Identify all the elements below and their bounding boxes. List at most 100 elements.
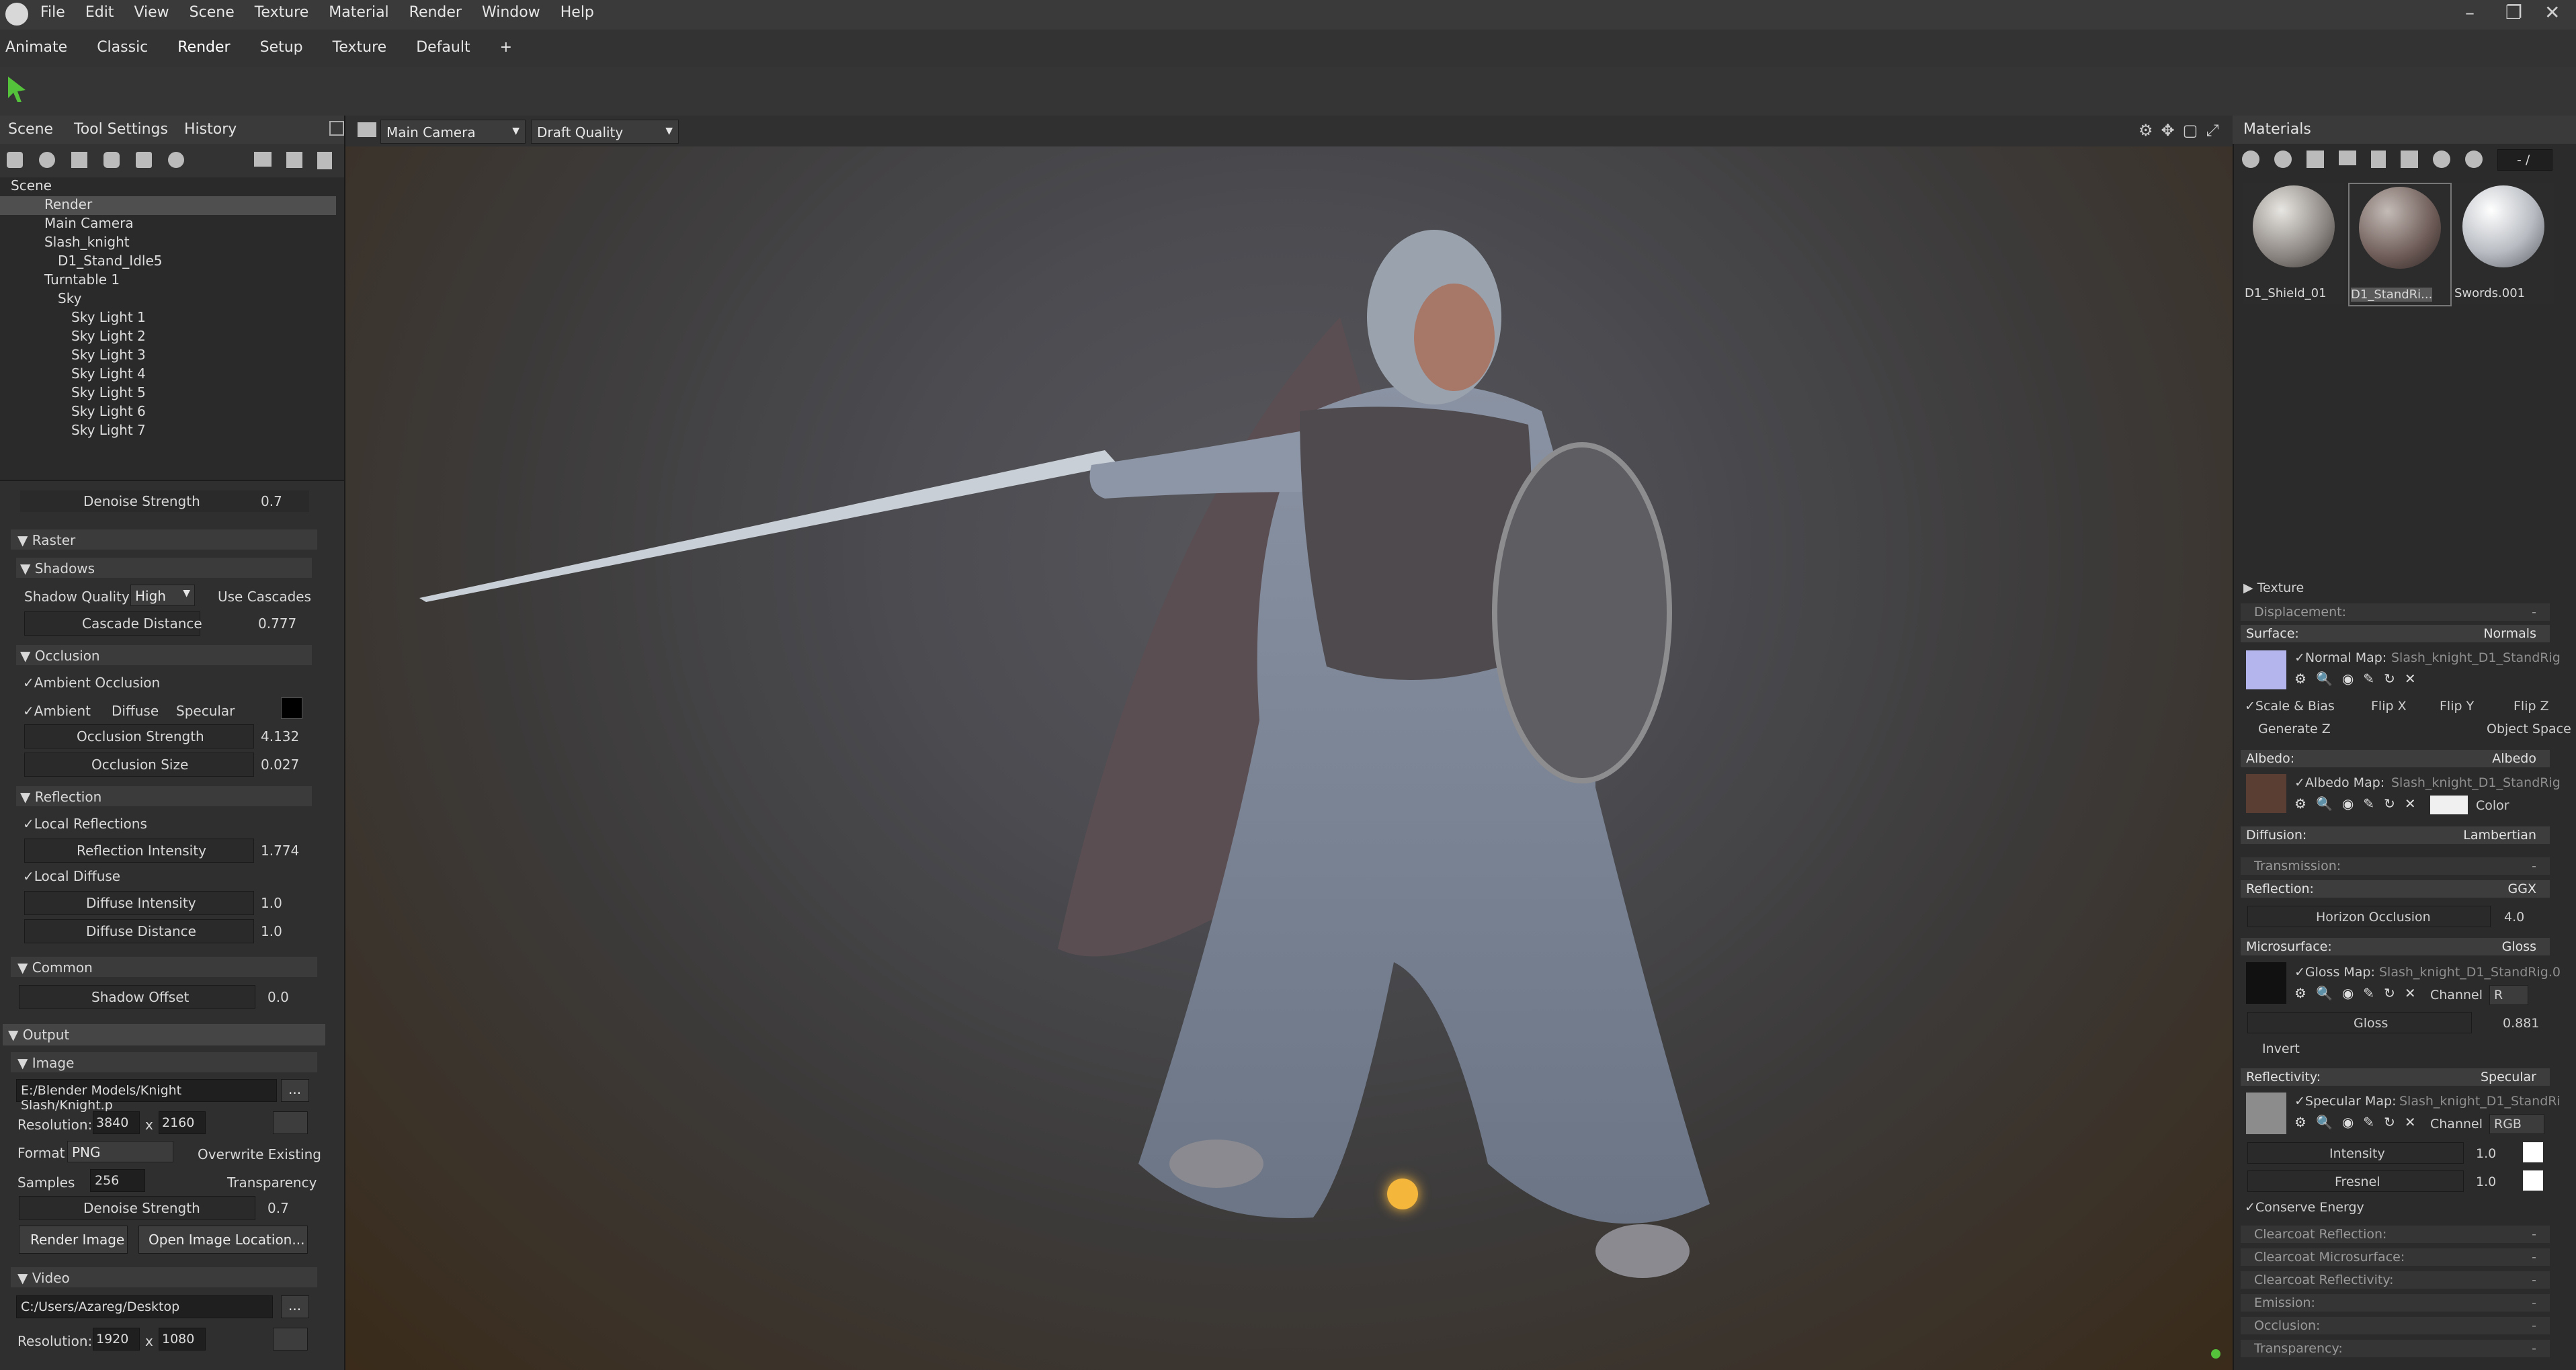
add-turntable-icon[interactable]	[168, 152, 184, 168]
gloss-bucket-icon[interactable]: ◉	[2342, 985, 2354, 1001]
local-reflections-checkbox[interactable]: ✓Local Reflections	[23, 816, 147, 832]
gloss-remove-icon[interactable]: ✕	[2405, 985, 2416, 1001]
tab-animate[interactable]: Animate	[5, 39, 67, 56]
format-dropdown[interactable]: PNG	[67, 1141, 173, 1162]
normal-reload-icon[interactable]: ↻	[2384, 671, 2395, 687]
menu-edit[interactable]: Edit	[85, 4, 114, 21]
albedo-row[interactable]: Albedo: Albedo	[2241, 750, 2550, 767]
specular-map-thumb[interactable]	[2246, 1093, 2286, 1134]
menu-file[interactable]: File	[40, 4, 65, 21]
duplicate-material-icon[interactable]	[2274, 151, 2292, 168]
render-image-button[interactable]: Render Image	[19, 1226, 128, 1254]
add-sky-icon[interactable]	[103, 152, 120, 168]
albedo-settings-icon[interactable]: ⚙	[2294, 796, 2307, 812]
albedo-map-thumb[interactable]	[2246, 774, 2286, 813]
diffuse-intensity-value[interactable]: 1.0	[261, 895, 282, 911]
use-cascades-checkbox[interactable]: Use Cascades	[218, 589, 311, 605]
video-res-width-field[interactable]: 1920	[93, 1328, 140, 1351]
emission-row[interactable]: Emission: -	[2241, 1294, 2550, 1312]
menu-render[interactable]: Render	[409, 4, 462, 21]
gloss-map-thumb[interactable]	[2246, 962, 2286, 1004]
material-thumb-standrig[interactable]: D1_StandRi...	[2348, 183, 2452, 306]
menu-scene[interactable]: Scene	[190, 4, 235, 21]
outliner-row-sky[interactable]: Sky	[0, 290, 336, 309]
albedo-reload-icon[interactable]: ↻	[2384, 796, 2395, 812]
specular-bucket-icon[interactable]: ◉	[2342, 1114, 2354, 1130]
select-material-icon[interactable]	[2433, 151, 2450, 168]
menu-window[interactable]: Window	[482, 4, 540, 21]
output-path-field[interactable]: E:/Blender Models/Knight Slash/Knight.p	[16, 1079, 277, 1113]
frame-icon[interactable]: ▢	[2183, 121, 2198, 140]
ambient-checkbox[interactable]: ✓Ambient	[23, 703, 91, 719]
camera-dropdown[interactable]: Main Camera ▼	[380, 120, 526, 144]
gloss-value[interactable]: 0.881	[2503, 1016, 2539, 1031]
surface-row[interactable]: Surface: Normals	[2241, 625, 2550, 642]
outliner-row-slash-knight[interactable]: Slash_knight	[0, 234, 336, 253]
clearcoat-reflection-row[interactable]: Clearcoat Reflection: -	[2241, 1226, 2550, 1243]
flip-z-checkbox[interactable]: Flip Z	[2513, 699, 2549, 714]
browse-video-button[interactable]: ...	[281, 1295, 309, 1318]
texture-section-title[interactable]: ▶ Texture	[2243, 581, 2304, 595]
normal-map-thumb[interactable]	[2246, 650, 2286, 689]
specular-zoom-icon[interactable]: 🔍	[2316, 1114, 2333, 1130]
specular-map-checkbox[interactable]: ✓Specular Map:	[2294, 1094, 2397, 1109]
tab-scene[interactable]: Scene	[8, 121, 53, 138]
close-icon[interactable]: ✕	[2544, 1, 2560, 24]
browse-image-button[interactable]: ...	[281, 1079, 309, 1102]
outliner-row-scene[interactable]: Scene	[0, 177, 336, 196]
conserve-energy-checkbox[interactable]: ✓Conserve Energy	[2245, 1200, 2364, 1215]
intensity-value[interactable]: 1.0	[2476, 1146, 2496, 1161]
resolution-height-field[interactable]: 2160	[159, 1111, 206, 1134]
clearcoat-microsurface-row[interactable]: Clearcoat Microsurface: -	[2241, 1248, 2550, 1266]
occlusion-strength-value[interactable]: 4.132	[261, 728, 299, 744]
3d-viewport[interactable]	[345, 116, 2233, 1370]
duplicate-icon[interactable]	[286, 152, 302, 168]
samples-field[interactable]: 256	[90, 1169, 145, 1192]
normal-remove-icon[interactable]: ✕	[2405, 671, 2416, 687]
gloss-edit-icon[interactable]: ✎	[2363, 985, 2374, 1001]
cascade-distance-value[interactable]: 0.777	[258, 615, 296, 632]
gloss-zoom-icon[interactable]: 🔍	[2316, 985, 2333, 1001]
trash-icon[interactable]	[317, 152, 332, 169]
diffusion-row[interactable]: Diffusion: Lambertian	[2241, 826, 2550, 844]
overwrite-existing-checkbox[interactable]: Overwrite Existing	[198, 1146, 321, 1162]
normal-zoom-icon[interactable]: 🔍	[2316, 671, 2333, 687]
tab-render[interactable]: Render	[177, 39, 230, 56]
displacement-row[interactable]: Displacement: -	[2241, 603, 2550, 621]
reflection-row[interactable]: Reflection: GGX	[2241, 880, 2550, 898]
maximize-icon[interactable]: ❐	[2505, 1, 2522, 24]
outliner-row-main-camera[interactable]: Main Camera	[0, 215, 336, 234]
diffuse-distance-value[interactable]: 1.0	[261, 923, 282, 939]
settings-icon[interactable]: ⚙	[2138, 121, 2153, 140]
undock-icon[interactable]	[329, 121, 344, 136]
albedo-remove-icon[interactable]: ✕	[2405, 796, 2416, 812]
specular-checkbox[interactable]: Specular	[176, 703, 235, 719]
open-image-location-button[interactable]: Open Image Location...	[138, 1226, 308, 1254]
object-space-checkbox[interactable]: Object Space	[2487, 722, 2571, 736]
add-group-icon[interactable]	[136, 152, 152, 168]
outliner-row-sky-light-3[interactable]: Sky Light 3	[0, 347, 336, 366]
video-res-preset-button[interactable]	[273, 1328, 308, 1351]
transparency-row[interactable]: Transparency: -	[2241, 1340, 2550, 1357]
albedo-zoom-icon[interactable]: 🔍	[2316, 796, 2333, 812]
ambient-occlusion-checkbox[interactable]: ✓Ambient Occlusion	[23, 675, 160, 691]
specular-reload-icon[interactable]: ↻	[2384, 1114, 2395, 1130]
flip-y-checkbox[interactable]: Flip Y	[2440, 699, 2474, 714]
move-icon[interactable]: ✥	[2161, 121, 2175, 140]
denoise-value[interactable]: 0.7	[267, 1200, 289, 1216]
add-light-icon[interactable]	[39, 152, 55, 168]
reflectivity-row[interactable]: Reflectivity: Specular	[2241, 1068, 2550, 1086]
denoise-value-top[interactable]: 0.7	[261, 493, 282, 509]
albedo-map-checkbox[interactable]: ✓Albedo Map:	[2294, 775, 2384, 790]
diffuse-checkbox[interactable]: Diffuse	[112, 703, 159, 719]
tab-classic[interactable]: Classic	[97, 39, 148, 56]
minimize-icon[interactable]: –	[2465, 1, 2475, 24]
select-tool-icon[interactable]	[7, 75, 27, 103]
fresnel-color-swatch[interactable]	[2523, 1170, 2543, 1191]
invert-checkbox[interactable]: Invert	[2262, 1041, 2300, 1056]
normal-edit-icon[interactable]: ✎	[2363, 671, 2374, 687]
delete-material-icon[interactable]	[2371, 151, 2386, 168]
specular-edit-icon[interactable]: ✎	[2363, 1114, 2374, 1130]
normal-bucket-icon[interactable]: ◉	[2342, 671, 2354, 687]
material-folder-icon[interactable]	[2339, 151, 2356, 165]
